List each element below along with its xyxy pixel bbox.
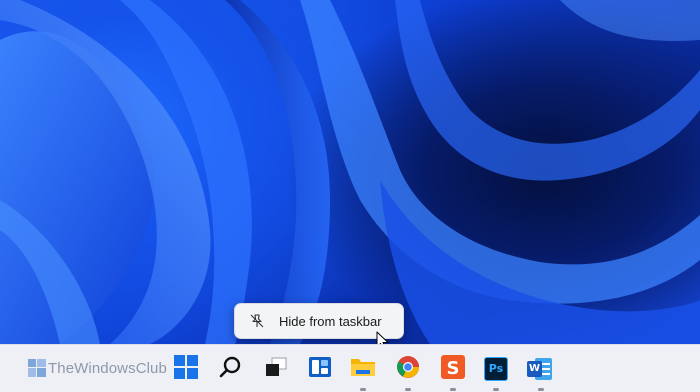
photoshop-icon: Ps <box>484 357 508 381</box>
chrome-running-indicator <box>405 388 411 391</box>
taskbar: TheWindowsClub S Ps W <box>0 344 700 392</box>
bloom-wallpaper-art <box>0 0 700 344</box>
brand-logo-icon <box>28 359 46 377</box>
chrome-button[interactable] <box>394 355 422 383</box>
word-icon: W <box>527 357 553 381</box>
widgets-button[interactable] <box>306 355 334 383</box>
photoshop-running-indicator <box>493 388 499 391</box>
sogou-button[interactable]: S <box>439 354 467 384</box>
chrome-icon <box>396 355 420 384</box>
sogou-running-indicator <box>450 388 456 391</box>
task-view-icon <box>264 355 288 384</box>
s-app-icon: S <box>441 354 465 384</box>
word-icon-text: W <box>528 363 541 374</box>
search-icon <box>219 355 243 384</box>
folder-icon <box>350 355 376 384</box>
word-button[interactable]: W <box>526 355 554 383</box>
windows-logo-icon <box>174 354 198 384</box>
svg-text:S: S <box>447 358 460 379</box>
desktop-wallpaper <box>0 0 700 344</box>
search-button[interactable] <box>217 355 245 383</box>
file-explorer-running-indicator <box>360 388 366 391</box>
hide-from-taskbar-label: Hide from taskbar <box>279 313 382 329</box>
task-view-button[interactable] <box>262 355 290 383</box>
watermark-brand: TheWindowsClub <box>28 359 167 377</box>
file-explorer-button[interactable] <box>349 355 377 383</box>
unpin-icon <box>249 313 265 329</box>
word-running-indicator <box>538 388 544 391</box>
start-button[interactable] <box>172 354 200 384</box>
photoshop-button[interactable]: Ps <box>482 355 510 383</box>
brand-text: TheWindowsClub <box>48 359 167 377</box>
photoshop-icon-text: Ps <box>488 362 504 375</box>
widgets-icon <box>308 355 332 384</box>
